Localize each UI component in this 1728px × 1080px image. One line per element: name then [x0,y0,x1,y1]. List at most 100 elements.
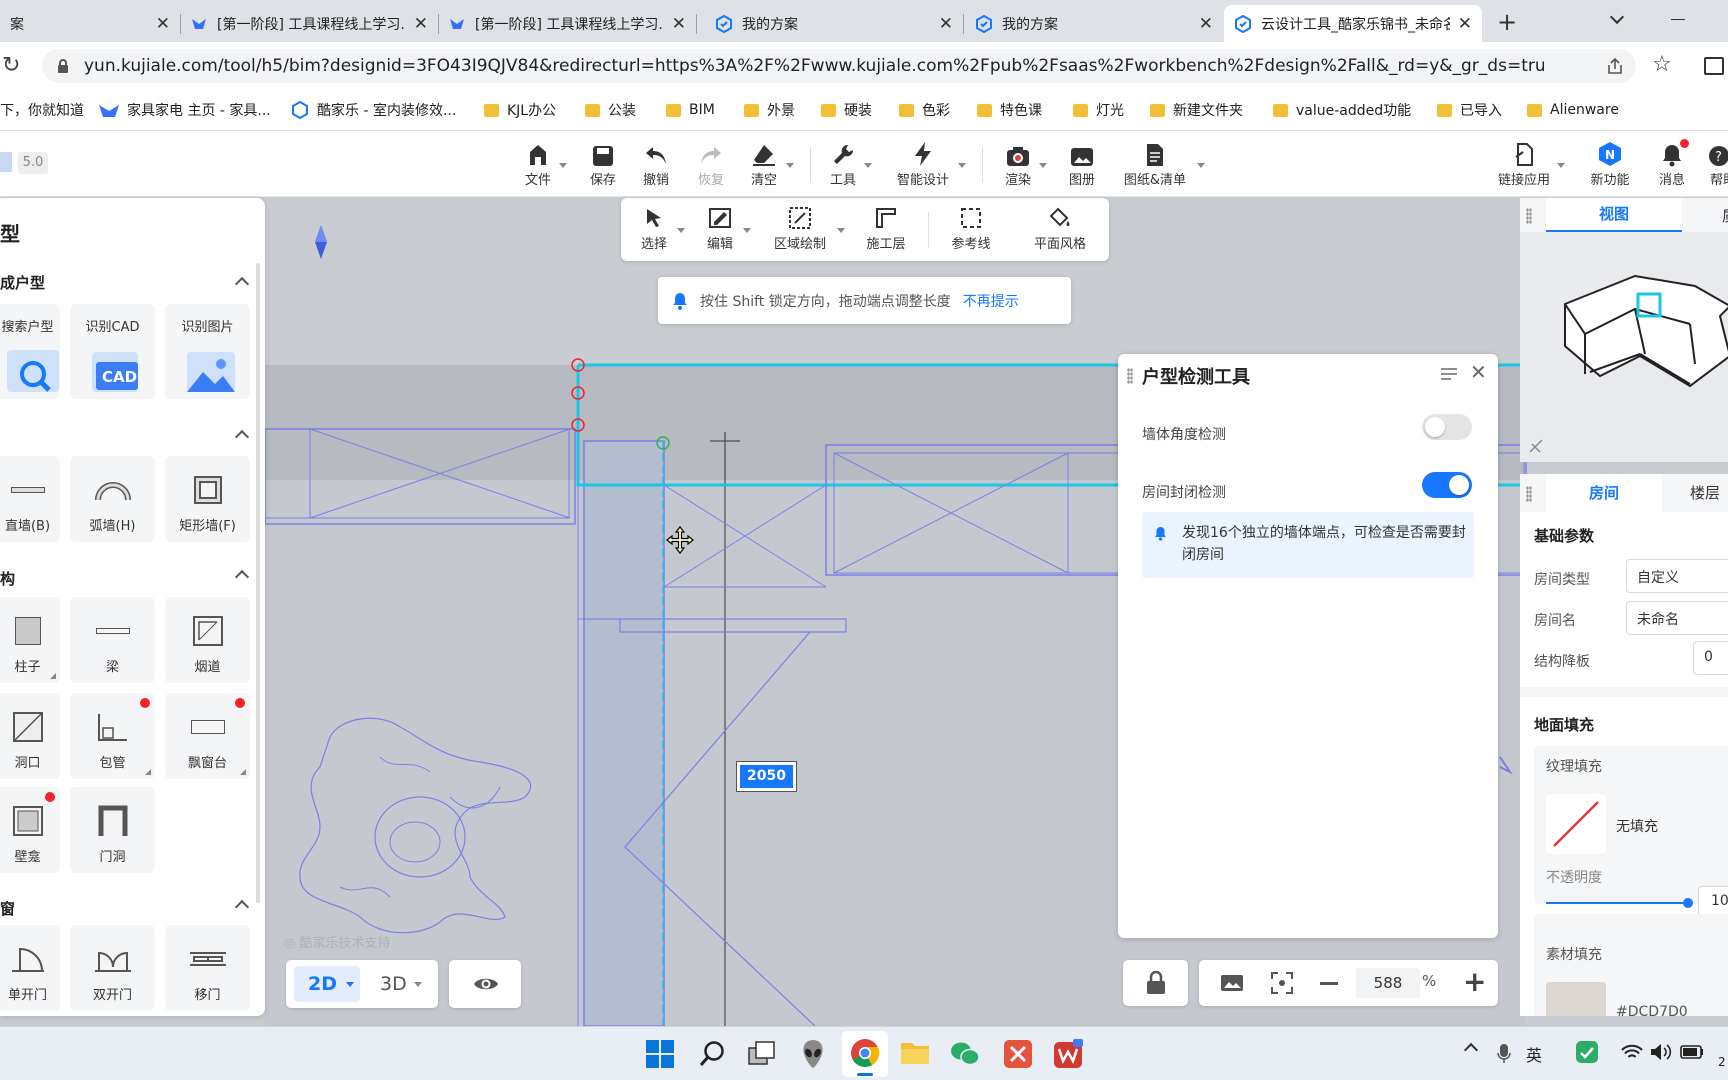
search-floorplan-card[interactable]: 搜索户型 [0,304,60,399]
opacity-slider-track[interactable] [1546,902,1689,904]
bookmark-folder[interactable]: 色彩 [899,97,950,123]
toolbar-render[interactable]: 渲染 [1000,139,1036,188]
zoom-value[interactable]: 588 [1356,968,1420,998]
xmind-icon[interactable] [1004,1040,1032,1068]
single-door-card[interactable]: 单开门 [0,925,60,1011]
toolbar-drawings[interactable]: 图纸&清单 [1120,139,1190,188]
tab-view[interactable]: 视图 [1546,198,1682,232]
wechat-icon[interactable] [950,1040,980,1068]
collapse-icon[interactable] [1440,366,1458,382]
browser-tab-4[interactable]: 我的方案 ✕ [705,5,963,42]
flue-card[interactable]: 烟道 [165,597,250,683]
arc-wall-card[interactable]: 弧墙(H) [70,456,155,542]
close-icon[interactable]: ✕ [1458,14,1472,34]
toolbar-album[interactable]: 图册 [1064,139,1100,188]
toolbar-smart-design[interactable]: 智能设计 [893,139,953,188]
bay-window-card[interactable]: 飘窗台 [165,693,250,779]
chrome-icon[interactable] [850,1038,880,1068]
picture-icon[interactable] [1220,974,1244,992]
bookmark-folder[interactable]: KJL办公 [484,97,556,123]
bookmark-folder[interactable]: 公装 [585,97,636,123]
fit-screen-icon[interactable] [1271,972,1293,994]
opacity-slider-thumb[interactable] [1683,898,1693,908]
bookmark-folder[interactable]: value-added功能 [1273,97,1411,123]
3d-preview[interactable] [1520,232,1728,462]
tool-edit[interactable]: 编辑 [703,206,737,252]
reload-icon[interactable]: ↻ [2,53,20,78]
wps-icon[interactable] [1052,1038,1084,1070]
ime-indicator[interactable]: 英 [1526,1042,1542,1066]
close-icon[interactable]: ✕ [1199,14,1213,34]
alien-icon[interactable] [800,1038,826,1070]
minimize-icon[interactable] [1671,19,1685,20]
tool-plan-style[interactable]: 平面风格 [1030,206,1090,252]
toolbar-new-features[interactable]: N 新功能 [1587,139,1633,188]
toolbar-messages[interactable]: 消息 [1654,139,1690,188]
recognize-cad-card[interactable]: 识别CAD CAD [70,304,155,399]
drag-handle-icon[interactable] [1526,208,1532,224]
lock-button[interactable] [1123,960,1188,1006]
chevron-up-icon[interactable] [234,569,250,585]
tool-area-draw[interactable]: 区域绘制 [770,206,830,252]
visibility-button[interactable] [449,960,521,1008]
omnibox[interactable]: yun.kujiale.com/tool/h5/bim?designid=3FO… [42,49,1636,83]
double-door-card[interactable]: 双开门 [70,925,155,1011]
toolbar-save[interactable]: 保存 [585,139,621,188]
toolbar-link-apps[interactable]: 链接应用 [1495,139,1553,188]
mode-3d-button[interactable]: 3D [372,966,430,1002]
tab-floor[interactable]: 楼层 [1670,474,1720,512]
close-icon[interactable]: ✕ [156,14,170,34]
bookmark-item[interactable]: 酷家乐 - 室内装修效... [291,97,456,123]
opening-card[interactable]: 洞口 [0,693,60,779]
search-icon[interactable] [699,1040,725,1068]
tray-app-icon[interactable] [1576,1041,1598,1063]
beam-card[interactable]: 梁 [70,597,155,683]
dismiss-tip-link[interactable]: 不再提示 [963,291,1019,311]
bookmark-folder[interactable]: 硬装 [821,97,872,123]
bookmark-folder[interactable]: 灯光 [1073,97,1124,123]
doorway-card[interactable]: 门洞 [70,787,155,873]
bookmark-folder[interactable]: 新建文件夹 [1150,97,1243,123]
battery-icon[interactable] [1680,1041,1704,1063]
bookmark-item[interactable]: 下，你就知道 [0,97,84,123]
pipe-cover-card[interactable]: 包管 [70,693,155,779]
drag-handle-icon[interactable] [1526,486,1532,502]
new-tab-button[interactable]: + [1497,8,1517,36]
recognize-image-card[interactable]: 识别图片 [165,304,250,399]
toolbar-redo[interactable]: 恢复 [693,139,729,188]
column-card[interactable]: 柱子 [0,597,60,683]
bookmark-folder[interactable]: BIM [666,97,715,123]
wall-angle-toggle[interactable] [1422,414,1472,440]
toolbar-undo[interactable]: 撤销 [638,139,674,188]
room-closure-toggle[interactable] [1422,472,1472,498]
bookmark-folder[interactable]: 特色课 [977,97,1042,123]
chevron-up-icon[interactable] [234,429,250,445]
tool-reference-line[interactable]: 参考线 [948,206,994,252]
tray-expand-icon[interactable] [1463,1042,1479,1058]
bookmark-item[interactable]: 家具家电 主页 - 家具... [98,97,271,123]
share-icon[interactable] [1606,57,1624,75]
microphone-icon[interactable] [1497,1043,1511,1065]
toolbar-clear[interactable]: 清空 [746,139,782,188]
drag-handle-icon[interactable] [1127,368,1133,384]
windows-start-icon[interactable] [646,1040,674,1068]
straight-wall-card[interactable]: 直墙(B) [0,456,60,542]
browser-tab-3[interactable]: [第一阶段] 工具课程线上学习... ✕ [438,5,696,42]
bookmark-folder[interactable]: 外景 [744,97,795,123]
material-swatch[interactable] [1546,982,1606,1016]
side-panel-icon[interactable] [1704,57,1724,75]
toolbar-file[interactable]: 文件 [520,139,556,188]
bookmark-folder[interactable]: 已导入 [1437,97,1502,123]
tool-select[interactable]: 选择 [637,206,671,252]
rect-wall-card[interactable]: 矩形墙(F) [165,456,250,542]
room-type-select[interactable]: 自定义 [1626,559,1728,593]
zoom-in-button[interactable]: + [1463,966,1486,998]
sliding-door-card[interactable]: 移门 [165,925,250,1011]
browser-tab-2[interactable]: [第一阶段] 工具课程线上学习... ✕ [180,5,438,42]
chevron-up-icon[interactable] [234,899,250,915]
browser-tab-active[interactable]: 云设计工具_酷家乐锦书_未命名 ✕ [1224,5,1482,42]
wifi-icon[interactable] [1621,1043,1643,1061]
close-icon[interactable]: ✕ [939,14,953,34]
close-icon[interactable]: ✕ [414,14,428,34]
chevron-up-icon[interactable] [234,276,250,292]
